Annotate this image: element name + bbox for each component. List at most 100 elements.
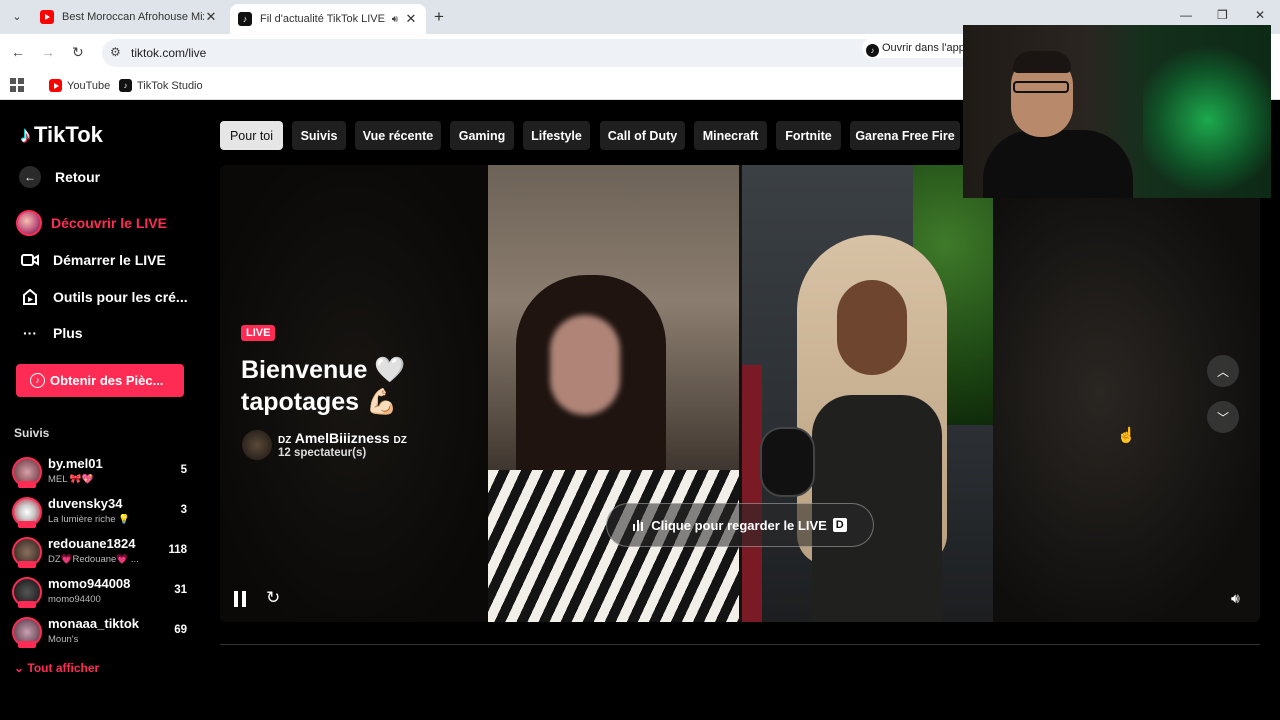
live-avatar-icon (16, 210, 42, 236)
minimize-icon[interactable]: — (1180, 8, 1192, 22)
viewer-count: 69 (174, 624, 187, 636)
following-item[interactable]: redouane1824 DZ💗Redouane💗 ... 118 (12, 535, 192, 571)
avatar (12, 457, 42, 488)
back-arrow-icon[interactable]: ← (11, 44, 25, 60)
viewer-count: 12 spectateur(s) (278, 447, 367, 459)
watch-live-button[interactable]: Clique pour regarder le LIVE D (606, 503, 874, 547)
tab-search-icon[interactable]: ⌄ (8, 8, 26, 26)
following-name: redouane1824 (48, 536, 136, 551)
following-item[interactable]: monaaa_tiktok Moun's 69 (12, 615, 192, 651)
video-feed-right (742, 165, 993, 622)
avatar (12, 617, 42, 648)
browser-tab-tiktok[interactable]: ♪ Fil d'actualité TikTok LIVE – 🔊︎ ✕ (230, 4, 426, 34)
tiktok-note-icon: ♪ (20, 122, 31, 147)
tiktok-icon: ♪ (238, 12, 252, 26)
tab-title: Best Moroccan Afrohouse Mix 2 (62, 11, 204, 23)
following-name: duvensky34 (48, 496, 123, 511)
video-camera-icon (16, 246, 44, 274)
nav-more[interactable]: ··· Plus (16, 319, 83, 347)
volume-icon[interactable]: 🔊︎ (1231, 590, 1240, 607)
chip-fortnite[interactable]: Fortnite (776, 121, 841, 150)
chevron-down-icon: ⌄ (14, 661, 25, 675)
host-avatar[interactable] (242, 430, 272, 460)
bookmark-label: TikTok Studio (137, 79, 203, 92)
bookmark-tiktok-studio[interactable]: ♪ TikTok Studio (119, 79, 203, 92)
following-subtitle: momo94400 (48, 594, 101, 605)
browser-tab-youtube[interactable]: Best Moroccan Afrohouse Mix 2 ✕ (32, 4, 226, 30)
youtube-icon (40, 10, 54, 24)
nav-discover-live[interactable]: Découvrir le LIVE (16, 210, 167, 236)
show-all-link[interactable]: ⌄ Tout afficher (14, 661, 99, 675)
chip-minecraft[interactable]: Minecraft (694, 121, 767, 150)
restore-icon[interactable]: ❐ (1217, 8, 1228, 22)
following-name: momo944008 (48, 576, 131, 591)
arrow-left-icon: ← (19, 166, 41, 188)
chip-recently-viewed[interactable]: Vue récente (355, 121, 441, 150)
chip-following[interactable]: Suivis (292, 121, 346, 150)
nav-start-live[interactable]: Démarrer le LIVE (16, 246, 166, 274)
more-dots-icon: ··· (23, 325, 37, 341)
tiktok-icon: ♪ (866, 44, 879, 57)
tiktok-logo[interactable]: ♪ TikTok (20, 122, 103, 148)
chip-call-of-duty[interactable]: Call of Duty (600, 121, 685, 150)
back-link[interactable]: ← Retour (16, 166, 100, 188)
site-info-icon[interactable]: ⚙ (110, 45, 121, 59)
following-item[interactable]: duvensky34 La lumière riche 💡 3 (12, 495, 192, 531)
nav-creator-tools[interactable]: Outils pour les cré... (16, 283, 188, 311)
refresh-icon[interactable]: ↻ (266, 588, 280, 608)
forward-arrow-icon[interactable]: → (41, 44, 55, 60)
open-in-app-label: Ouvrir dans l'app (882, 42, 965, 54)
pause-icon[interactable] (234, 591, 248, 607)
host-name[interactable]: DZ AmelBiiizness DZ (278, 430, 407, 446)
following-subtitle: MEL 🎀💖 (48, 474, 94, 485)
player-background-right (993, 165, 1260, 622)
hand-cursor-icon: ☝ (1117, 427, 1136, 444)
avatar (12, 577, 42, 608)
keyboard-shortcut-badge: D (832, 518, 847, 532)
host-prefix: DZ (278, 435, 292, 446)
reload-icon[interactable]: ↻ (72, 44, 84, 61)
chip-lifestyle[interactable]: Lifestyle (523, 121, 590, 150)
following-item[interactable]: by.mel01 MEL 🎀💖 5 (12, 455, 192, 491)
chip-garena-free-fire[interactable]: Garena Free Fire (850, 121, 960, 150)
live-badge: LIVE (241, 325, 276, 341)
get-coins-button[interactable]: ♪ Obtenir des Pièc... (16, 364, 184, 397)
live-title-line: Bienvenue 🤍 (241, 356, 406, 384)
apps-grid-icon[interactable] (10, 78, 24, 92)
close-tab-icon[interactable]: ✕ (404, 11, 418, 27)
live-title: Bienvenue 🤍 tapotages 💪🏻 (241, 354, 481, 418)
following-name: monaaa_tiktok (48, 616, 140, 631)
tab-title: Fil d'actualité TikTok LIVE – (260, 13, 386, 25)
nav-label: Démarrer le LIVE (53, 252, 166, 268)
following-item[interactable]: momo944008 momo94400 31 (12, 575, 192, 611)
close-tab-icon[interactable]: ✕ (204, 9, 218, 25)
chip-gaming[interactable]: Gaming (450, 121, 514, 150)
youtube-icon (49, 79, 62, 92)
new-tab-button[interactable]: + (434, 7, 444, 27)
avatar (12, 497, 42, 528)
back-label: Retour (55, 169, 101, 185)
logo-text: TikTok (34, 122, 103, 147)
video-feed-left (488, 165, 739, 622)
url-text: tiktok.com/live (131, 46, 207, 60)
nav-label: Plus (53, 325, 83, 341)
audio-playing-icon[interactable]: 🔊︎ (392, 14, 398, 25)
following-heading: Suivis (14, 426, 50, 440)
viewer-count: 118 (168, 544, 187, 556)
following-subtitle: La lumière riche 💡 (48, 514, 131, 525)
bookmark-youtube[interactable]: YouTube (49, 79, 110, 92)
host-suffix: DZ (393, 435, 407, 446)
viewer-count: 3 (180, 504, 187, 516)
chip-for-you[interactable]: Pour toi (220, 121, 283, 150)
previous-live-button[interactable]: ︿ (1207, 355, 1239, 387)
webcam-overlay (963, 25, 1271, 198)
divider (220, 644, 1260, 645)
omnibox[interactable]: ⚙ tiktok.com/live (102, 39, 982, 67)
tiktok-icon: ♪ (119, 79, 132, 92)
window-close-icon[interactable]: ✕ (1255, 8, 1265, 22)
host-username: AmelBiiizness (294, 430, 390, 446)
viewer-count: 31 (174, 584, 187, 596)
creator-tools-icon (16, 283, 44, 311)
next-live-button[interactable]: ﹀ (1207, 401, 1239, 433)
audio-bars-icon (633, 519, 644, 531)
